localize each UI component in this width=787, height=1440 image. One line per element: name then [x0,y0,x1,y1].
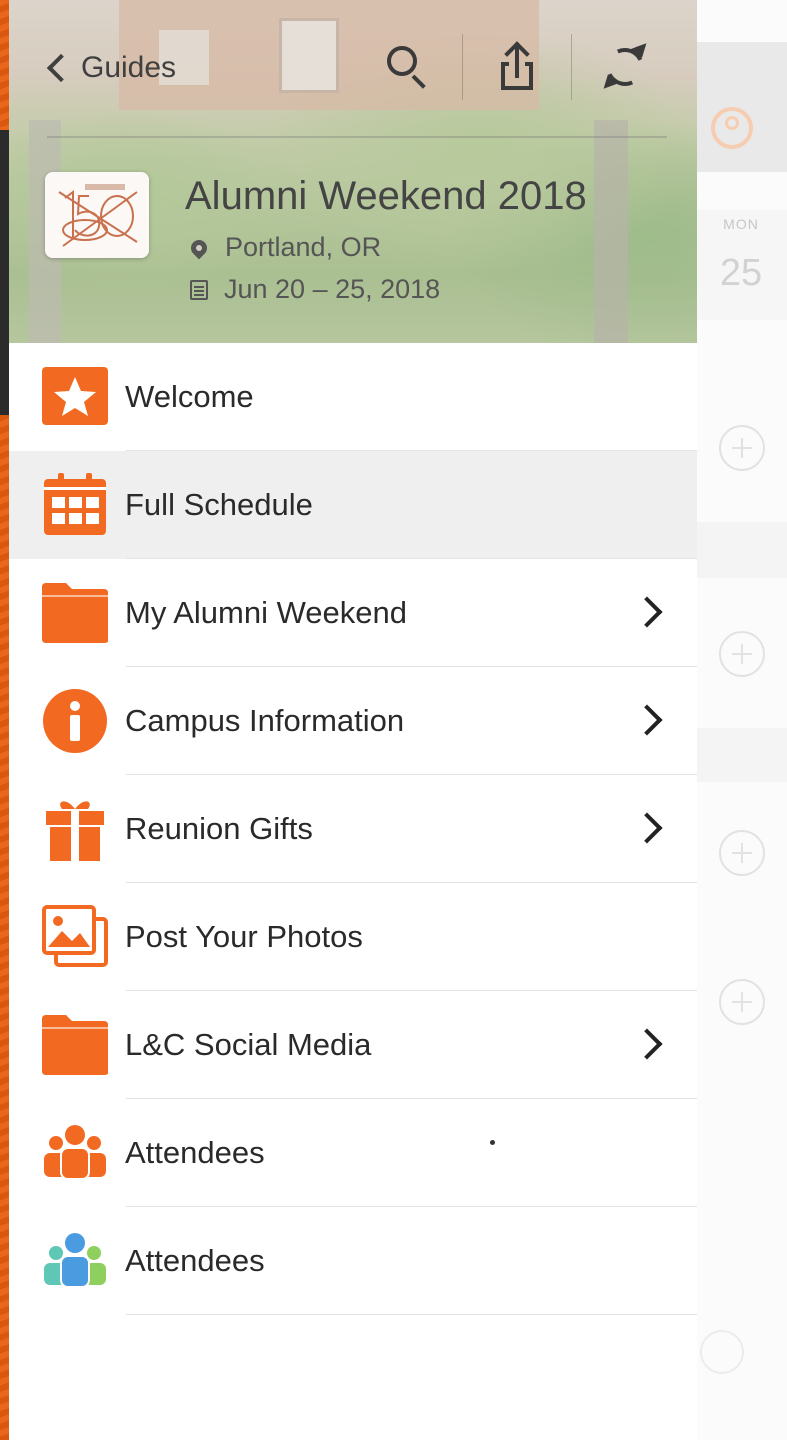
background-schedule[interactable]: MON 25 [697,0,787,1440]
back-label: Guides [81,51,177,84]
menu-item-label: Campus Information [125,703,405,738]
menu-item-campus-information[interactable]: Campus Information [9,667,697,775]
background-header [697,42,787,172]
menu-item-label: Reunion Gifts [125,811,313,846]
background-band [697,728,787,782]
header-photo-pillar [594,120,628,343]
menu-item-full-schedule[interactable]: Full Schedule [9,451,697,559]
add-to-schedule-icon[interactable] [719,979,765,1025]
menu-item-lc-social-media[interactable]: L&C Social Media [9,991,697,1099]
150-anniversary-logo [45,172,149,258]
background-band [697,522,787,578]
location-pin-icon [187,236,211,259]
menu-item-label: Welcome [125,379,254,414]
menu-item-attendees-alt[interactable]: Attendees [9,1207,697,1315]
toolbar-divider [462,34,463,100]
calendar-grid-icon [44,473,106,535]
dates-text: Jun 20 – 25, 2018 [224,274,441,304]
touch-indicator [490,1140,495,1145]
background-edge-dark [0,130,9,415]
day-of-week: MON [723,216,759,232]
drawer-menu: Welcome Full Schedule My Alumni Weekend … [9,343,697,1315]
gift-icon [46,801,104,861]
star-icon [42,367,108,425]
people-orange-icon [44,1125,106,1180]
search-icon[interactable] [379,40,435,96]
menu-item-attendees[interactable]: Attendees [9,1099,697,1207]
people-colored-icon [44,1233,106,1288]
day-number: 25 [719,252,763,294]
menu-item-label: Attendees [125,1135,265,1170]
menu-item-label: Attendees [125,1243,265,1278]
add-to-schedule-icon[interactable] [719,830,765,876]
back-button[interactable]: Guides [43,44,176,92]
add-to-schedule-icon[interactable] [719,425,765,471]
add-to-schedule-icon[interactable] [719,631,765,677]
header-photo-window [279,18,339,93]
chevron-right-icon [631,1028,663,1060]
menu-item-welcome[interactable]: Welcome [9,343,697,451]
folder-icon [42,583,108,643]
event-title: Alumni Weekend 2018 [185,174,587,218]
app-screen: MON 25 Guides Alumni Weekend 2018 Portla… [0,0,787,1440]
chevron-right-icon [631,704,663,736]
chevron-left-icon [46,53,76,83]
menu-item-label: Full Schedule [125,487,313,522]
info-icon [43,689,107,753]
menu-item-label: Post Your Photos [125,919,363,954]
user-profile-icon[interactable] [711,107,753,149]
menu-item-label: My Alumni Weekend [125,595,407,630]
event-dates: Jun 20 – 25, 2018 [187,274,440,305]
event-location: Portland, OR [187,232,381,263]
menu-item-reunion-gifts[interactable]: Reunion Gifts [9,775,697,883]
refresh-icon[interactable] [597,40,653,96]
chevron-right-icon [631,596,663,628]
menu-item-label: L&C Social Media [125,1027,372,1062]
location-text: Portland, OR [225,232,382,262]
calendar-icon [190,279,208,300]
drawer-header: Guides Alumni Weekend 2018 Portland, OR … [9,0,697,343]
folder-icon [42,1015,108,1075]
photos-icon [42,905,108,967]
header-divider [47,136,667,138]
share-icon[interactable] [489,40,545,96]
menu-item-post-your-photos[interactable]: Post Your Photos [9,883,697,991]
menu-item-my-alumni-weekend[interactable]: My Alumni Weekend [9,559,697,667]
navigation-drawer: Guides Alumni Weekend 2018 Portland, OR … [9,0,697,1440]
filter-icon[interactable] [700,1330,744,1374]
event-logo [45,172,149,258]
chevron-right-icon [631,812,663,844]
toolbar-divider [571,34,572,100]
